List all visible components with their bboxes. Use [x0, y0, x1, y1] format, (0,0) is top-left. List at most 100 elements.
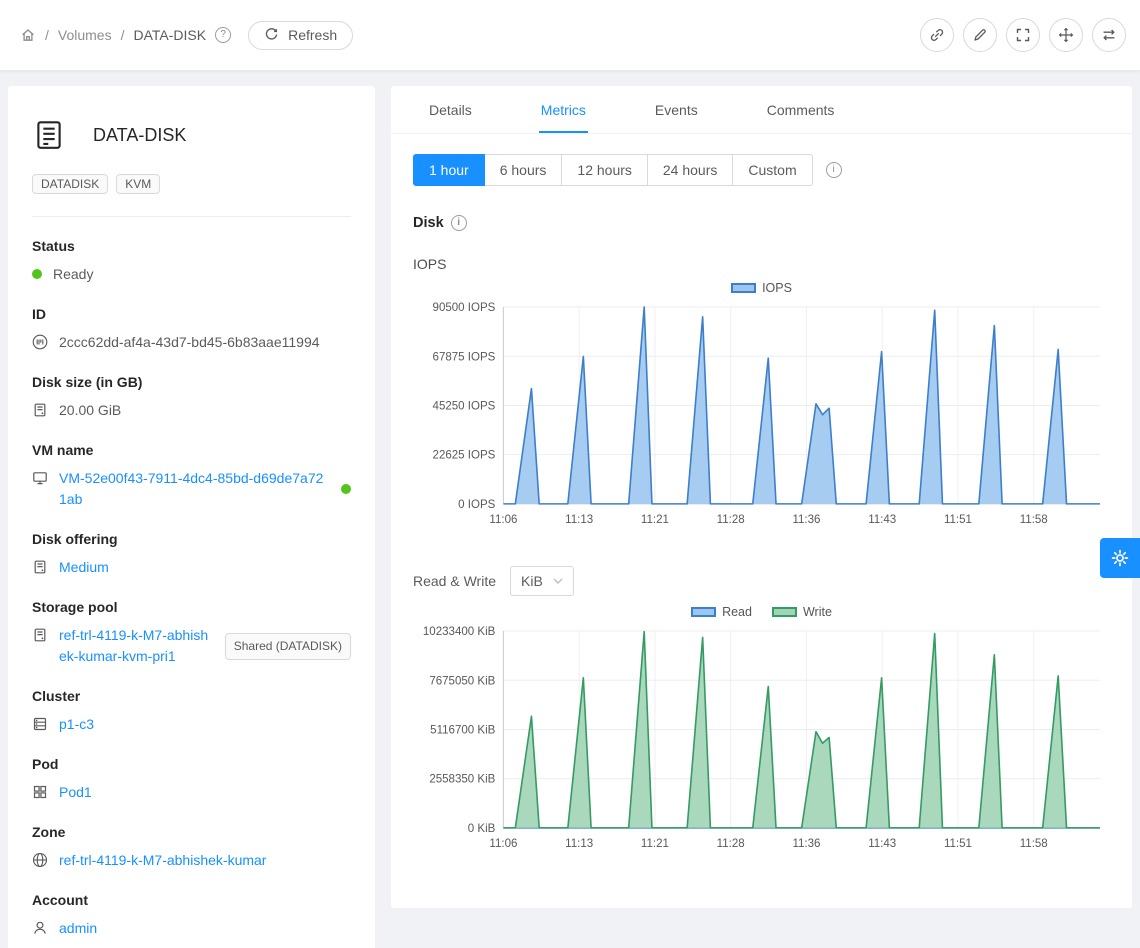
- svg-text:11:21: 11:21: [641, 514, 669, 526]
- field-id: ID 2ccc62dd-af4a-43d7-bd45-6b83aae11994: [32, 306, 351, 353]
- disk-info-icon[interactable]: i: [451, 215, 467, 231]
- field-disk-size: Disk size (in GB) 20.00 GiB: [32, 374, 351, 421]
- gear-icon: [1110, 548, 1130, 568]
- legend-swatch: [691, 607, 716, 617]
- volume-actions: [920, 18, 1126, 52]
- svg-text:10233400 KiB: 10233400 KiB: [423, 626, 496, 638]
- detail-tabs: Details Metrics Events Comments: [391, 86, 1132, 134]
- readwrite-title: Read & Write: [413, 573, 496, 589]
- status-value: Ready: [53, 264, 93, 285]
- svg-text:67875 IOPS: 67875 IOPS: [433, 351, 496, 363]
- range-1-hour[interactable]: 1 hour: [413, 154, 485, 186]
- volume-title: DATA-DISK: [93, 125, 186, 146]
- home-icon[interactable]: [20, 27, 36, 43]
- range-12-hours[interactable]: 12 hours: [561, 154, 647, 186]
- volume-header: DATA-DISK: [32, 118, 351, 152]
- link-icon: [929, 27, 945, 43]
- svg-text:11:51: 11:51: [944, 838, 972, 850]
- globe-icon: [32, 852, 48, 868]
- time-range-info-icon[interactable]: i: [826, 162, 842, 178]
- svg-text:11:43: 11:43: [868, 838, 896, 850]
- monitor-icon: [32, 470, 48, 486]
- svg-text:11:58: 11:58: [1020, 514, 1048, 526]
- main-layout: DATA-DISK DATADISK KVM Status Ready ID: [0, 70, 1140, 948]
- edit-volume-button[interactable]: [963, 18, 997, 52]
- tab-metrics[interactable]: Metrics: [539, 86, 588, 133]
- cluster-icon: [32, 716, 48, 732]
- volume-tags: DATADISK KVM: [32, 174, 351, 194]
- svg-text:11:28: 11:28: [717, 514, 745, 526]
- status-dot: [32, 269, 42, 279]
- resize-volume-button[interactable]: [1006, 18, 1040, 52]
- iops-chart: 11:0611:1311:2111:2811:3611:4311:5111:58…: [413, 297, 1110, 532]
- legend-item-read[interactable]: Read: [691, 605, 752, 619]
- pencil-icon: [972, 27, 988, 43]
- svg-text:11:36: 11:36: [792, 514, 820, 526]
- legend-item-write[interactable]: Write: [772, 605, 832, 619]
- readwrite-chart: 11:0611:1311:2111:2811:3611:4311:5111:58…: [413, 621, 1110, 856]
- svg-text:11:21: 11:21: [641, 838, 669, 850]
- svg-text:5116700 KiB: 5116700 KiB: [430, 724, 495, 736]
- legend-item-iops[interactable]: IOPS: [731, 281, 792, 295]
- hdd-icon: [32, 559, 48, 575]
- swap-arrows-icon: [1101, 27, 1117, 43]
- tab-comments[interactable]: Comments: [765, 86, 837, 133]
- breadcrumb-current: DATA-DISK: [133, 27, 206, 43]
- unit-select-value: KiB: [521, 573, 543, 589]
- field-zone: Zone ref-trl-4119-k-M7-abhishek-kumar: [32, 824, 351, 871]
- legend-swatch: [731, 283, 756, 293]
- unit-select[interactable]: KiB: [510, 566, 574, 596]
- svg-text:11:51: 11:51: [944, 514, 972, 526]
- svg-text:11:28: 11:28: [717, 838, 745, 850]
- svg-text:11:06: 11:06: [489, 514, 517, 526]
- svg-text:7675050 KiB: 7675050 KiB: [429, 675, 495, 687]
- metrics-body: 1 hour 6 hours 12 hours 24 hours Custom …: [391, 134, 1132, 880]
- help-question-icon[interactable]: ?: [215, 27, 231, 43]
- breadcrumb-volumes[interactable]: Volumes: [58, 27, 112, 43]
- vm-name-link[interactable]: VM-52e00f43-7911-4dc4-85bd-d69de7a721ab: [59, 468, 324, 510]
- range-custom[interactable]: Custom: [732, 154, 812, 186]
- readwrite-row: Read & Write KiB: [413, 566, 1110, 596]
- breadcrumb-separator: /: [121, 27, 125, 43]
- pod-link[interactable]: Pod1: [59, 782, 92, 803]
- field-pod: Pod Pod1: [32, 756, 351, 803]
- disk-offering-link[interactable]: Medium: [59, 557, 109, 578]
- range-24-hours[interactable]: 24 hours: [647, 154, 733, 186]
- cluster-link[interactable]: p1-c3: [59, 714, 94, 735]
- svg-text:2558350 KiB: 2558350 KiB: [429, 774, 495, 786]
- user-icon: [32, 920, 48, 936]
- svg-text:11:13: 11:13: [565, 514, 593, 526]
- refresh-button[interactable]: Refresh: [248, 21, 353, 50]
- barcode-circle-icon: [32, 334, 48, 350]
- top-bar: / Volumes / DATA-DISK ? Refresh: [0, 0, 1140, 70]
- tab-events[interactable]: Events: [653, 86, 700, 133]
- range-6-hours[interactable]: 6 hours: [484, 154, 563, 186]
- divider: [32, 216, 351, 217]
- field-cluster: Cluster p1-c3: [32, 688, 351, 735]
- field-status: Status Ready: [32, 238, 351, 285]
- field-account: Account admin: [32, 892, 351, 939]
- volume-id-value: 2ccc62dd-af4a-43d7-bd45-6b83aae11994: [59, 332, 320, 353]
- field-disk-offering: Disk offering Medium: [32, 531, 351, 578]
- tag-kvm: KVM: [116, 174, 160, 194]
- fullscreen-icon: [1015, 27, 1031, 43]
- attach-volume-button[interactable]: [920, 18, 954, 52]
- hdd-icon: [32, 627, 48, 643]
- volume-detail-panel: Details Metrics Events Comments 1 hour 6…: [391, 86, 1132, 908]
- account-link[interactable]: admin: [59, 918, 97, 939]
- svg-text:0 KiB: 0 KiB: [468, 823, 496, 835]
- zone-link[interactable]: ref-trl-4119-k-M7-abhishek-kumar: [59, 850, 266, 871]
- svg-text:90500 IOPS: 90500 IOPS: [433, 302, 496, 314]
- iops-chart-legend: IOPS: [413, 281, 1110, 295]
- storage-pool-link[interactable]: ref-trl-4119-k-M7-abhishek-kumar-kvm-pri…: [59, 625, 210, 667]
- legend-label: Read: [722, 605, 752, 619]
- move-volume-button[interactable]: [1049, 18, 1083, 52]
- migrate-volume-button[interactable]: [1092, 18, 1126, 52]
- time-range-row: 1 hour 6 hours 12 hours 24 hours Custom …: [413, 154, 1110, 186]
- svg-text:11:36: 11:36: [792, 838, 820, 850]
- settings-gear-button[interactable]: [1100, 538, 1140, 578]
- tab-details[interactable]: Details: [427, 86, 474, 133]
- chevron-down-icon: [553, 578, 563, 584]
- svg-text:11:58: 11:58: [1020, 838, 1048, 850]
- disk-section-title: Disk i: [413, 215, 1110, 231]
